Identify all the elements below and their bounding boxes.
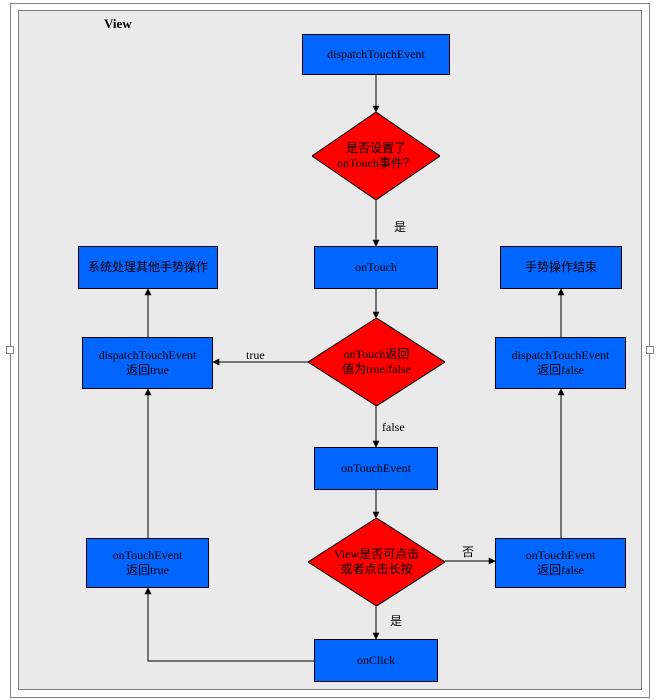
- node-ontouchevent-true: onTouchEvent 返回true: [86, 538, 209, 588]
- node-gesture-end: 手势操作结束: [500, 246, 622, 289]
- diagram-title: View: [104, 16, 132, 32]
- resize-handle-right[interactable]: [646, 346, 654, 354]
- node-label: View是否可点击 或者点击长按: [330, 547, 423, 577]
- node-label: onTouchEvent: [341, 461, 411, 476]
- node-dispatch: dispatchTouchEvent: [302, 34, 450, 75]
- node-label: dispatchTouchEvent 返回false: [512, 348, 610, 378]
- node-label: onTouchEvent 返回true: [113, 548, 183, 578]
- node-label: onTouch返回 值为true/false: [338, 347, 415, 377]
- node-label: onTouchEvent 返回false: [526, 548, 596, 578]
- node-label: dispatchTouchEvent: [327, 47, 425, 62]
- edge-label-yes: 是: [394, 218, 406, 235]
- node-label: onClick: [357, 653, 395, 668]
- edge-label-no: 否: [462, 543, 474, 560]
- node-label: 手势操作结束: [525, 260, 597, 275]
- node-ontouch: onTouch: [314, 246, 438, 289]
- node-decision-clickable: View是否可点击 或者点击长按: [308, 518, 445, 606]
- node-label: 系统处理其他手势操作: [88, 260, 208, 275]
- edge-label-false: false: [382, 420, 405, 435]
- diagram-canvas: View dispatchTou: [0, 0, 659, 700]
- node-dispatch-false: dispatchTouchEvent 返回false: [495, 337, 626, 389]
- node-decision-ontouch-return: onTouch返回 值为true/false: [308, 318, 445, 406]
- node-ontouchevent: onTouchEvent: [314, 447, 438, 490]
- node-dispatch-true: dispatchTouchEvent 返回true: [82, 337, 213, 389]
- node-onclick: onClick: [314, 639, 438, 682]
- resize-handle-left[interactable]: [6, 346, 14, 354]
- node-label: 是否设置了 onTouch事件？: [333, 141, 419, 171]
- edge-label-true: true: [246, 348, 265, 363]
- node-label: onTouch: [355, 260, 397, 275]
- node-ontouchevent-false: onTouchEvent 返回false: [495, 538, 626, 588]
- edge-label-yes-2: 是: [390, 612, 402, 629]
- node-decision-ontouch-set: 是否设置了 onTouch事件？: [312, 112, 440, 200]
- node-label: dispatchTouchEvent 返回true: [99, 348, 197, 378]
- node-sys-gesture: 系统处理其他手势操作: [78, 246, 218, 289]
